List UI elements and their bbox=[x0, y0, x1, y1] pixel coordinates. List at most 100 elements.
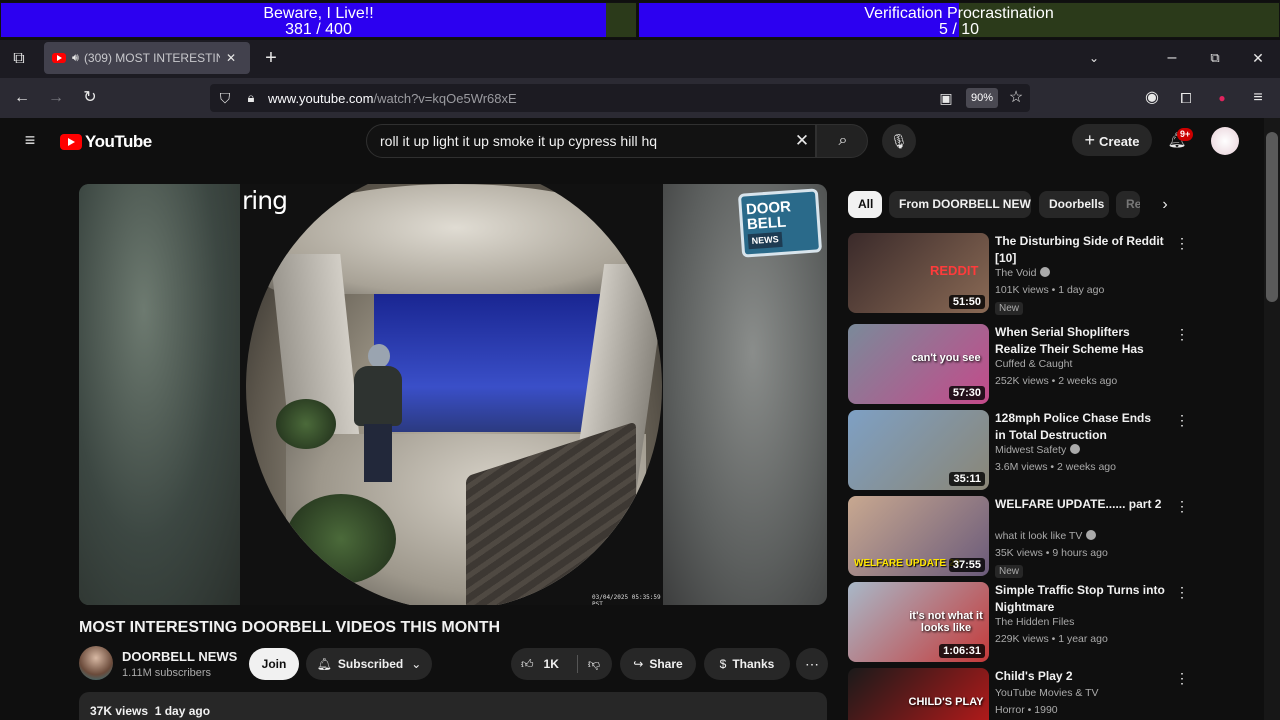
related-video-title[interactable]: When Serial Shoplifters Realize Their Sc… bbox=[995, 324, 1165, 358]
tab-close-icon[interactable]: ✕ bbox=[226, 51, 236, 65]
minimize-button[interactable]: – bbox=[1162, 48, 1182, 68]
more-vertical-icon[interactable]: ⋮ bbox=[1175, 670, 1189, 687]
microphone-icon: 🎙︎ bbox=[890, 133, 908, 149]
video-thumbnail[interactable]: it's not what it looks like 1:06:31 bbox=[848, 582, 989, 662]
related-video-title[interactable]: Child's Play 2 bbox=[995, 668, 1165, 685]
reload-icon[interactable]: ↻ bbox=[80, 88, 100, 108]
more-actions-button[interactable]: ⋯ bbox=[796, 648, 828, 680]
chip-0[interactable]: All bbox=[848, 191, 882, 218]
zoom-level-button[interactable]: 90% bbox=[966, 88, 998, 108]
youtube-logo[interactable]: YouTube bbox=[60, 132, 152, 152]
menu-icon[interactable]: ≡ bbox=[1248, 88, 1268, 108]
channel-avatar[interactable] bbox=[79, 646, 113, 680]
related-video-item[interactable]: REDDIT 51:50 The Disturbing Side of Reddit… bbox=[848, 233, 1189, 315]
dislike-button[interactable]: 👎︎ bbox=[581, 648, 607, 680]
related-video-item[interactable]: WELFARE UPDATE 20 37:55 WELFARE UPDATE....… bbox=[848, 496, 1189, 578]
related-channel[interactable]: what it look like TV bbox=[995, 530, 1097, 542]
related-channel[interactable]: Cuffed & Caught bbox=[995, 358, 1072, 370]
related-channel[interactable]: The Void bbox=[995, 267, 1051, 279]
shield-icon[interactable]: ⛉ bbox=[215, 88, 235, 108]
video-thumbnail[interactable]: REDDIT 51:50 bbox=[848, 233, 989, 313]
related-video-title[interactable]: The Disturbing Side of Reddit [10] bbox=[995, 233, 1165, 267]
thumbnail-text: REDDIT bbox=[930, 263, 979, 278]
video-thumbnail[interactable]: CHILD'S PLAY bbox=[848, 668, 989, 720]
related-channel[interactable]: YouTube Movies & TV bbox=[995, 687, 1099, 699]
search-input[interactable]: roll it up light it up smoke it up cypre… bbox=[366, 124, 816, 158]
video-title: MOST INTERESTING DOORBELL VIDEOS THIS MO… bbox=[79, 619, 501, 636]
like-button[interactable]: 👍︎ 1K bbox=[521, 648, 575, 680]
browser-tab-bar: ⧉ 🔊︎ (309) MOST INTERESTING D ✕ + ⌄ – ⧉ … bbox=[0, 40, 1280, 78]
extensions-icon[interactable]: ⧠ bbox=[1176, 88, 1196, 108]
speaker-icon[interactable]: 🔊︎ bbox=[72, 52, 79, 65]
chevron-down-icon[interactable]: ⌄ bbox=[1084, 48, 1104, 68]
create-button[interactable]: + Create bbox=[1072, 124, 1152, 156]
video-thumbnail[interactable]: WELFARE UPDATE 20 37:55 bbox=[848, 496, 989, 576]
thumbs-up-icon: 👍︎ bbox=[521, 657, 534, 671]
video-thumbnail[interactable]: 35:11 bbox=[848, 410, 989, 490]
scrollbar[interactable] bbox=[1264, 118, 1280, 720]
youtube-favicon-icon bbox=[52, 53, 66, 63]
related-views-date: 35K views • 9 hours ago bbox=[995, 547, 1108, 559]
thumbnail-text: CHILD'S PLAY bbox=[908, 696, 984, 708]
forward-arrow-icon[interactable]: → bbox=[46, 88, 66, 108]
window-close-button[interactable]: ✕ bbox=[1248, 48, 1268, 68]
related-channel-name: Cuffed & Caught bbox=[995, 358, 1073, 370]
chip-1[interactable]: From DOORBELL NEWS bbox=[889, 191, 1031, 218]
lock-icon[interactable]: 🔒︎ bbox=[241, 88, 261, 108]
more-vertical-icon[interactable]: ⋮ bbox=[1175, 235, 1189, 252]
picture-in-picture-icon[interactable]: ▣ bbox=[936, 88, 956, 108]
scrollbar-thumb[interactable] bbox=[1266, 132, 1278, 302]
youtube-play-icon bbox=[60, 134, 82, 150]
more-vertical-icon[interactable]: ⋮ bbox=[1175, 584, 1189, 601]
related-video-title[interactable]: 128mph Police Chase Ends in Total Destru… bbox=[995, 410, 1165, 444]
video-thumbnail[interactable]: can't you see 57:30 bbox=[848, 324, 989, 404]
overlay-goal-right: Verification Procrastination 5 / 10 bbox=[638, 2, 1280, 38]
share-button[interactable]: ↪ Share bbox=[620, 648, 696, 680]
related-views-date: 252K views • 2 weeks ago bbox=[995, 375, 1118, 387]
hamburger-menu-icon[interactable]: ≡ bbox=[20, 130, 40, 150]
channel-name[interactable]: DOORBELL NEWS bbox=[122, 649, 237, 664]
chip-2[interactable]: Doorbells bbox=[1039, 191, 1109, 218]
browser-tab-active[interactable]: 🔊︎ (309) MOST INTERESTING D ✕ bbox=[44, 42, 250, 74]
related-video-item[interactable]: it's not what it looks like 1:06:31 Simple… bbox=[848, 582, 1189, 664]
notification-badge: 9+ bbox=[1177, 128, 1194, 141]
restore-button[interactable]: ⧉ bbox=[1205, 48, 1225, 68]
related-video-item[interactable]: CHILD'S PLAY Child's Play 2 YouTube Movies… bbox=[848, 668, 1189, 720]
chevron-right-icon[interactable]: › bbox=[1155, 195, 1175, 215]
related-video-title[interactable]: WELFARE UPDATE...... part 2 bbox=[995, 496, 1165, 513]
user-avatar[interactable] bbox=[1211, 127, 1239, 155]
chip-3[interactable]: Re bbox=[1116, 191, 1140, 218]
more-vertical-icon[interactable]: ⋮ bbox=[1175, 326, 1189, 343]
more-vertical-icon[interactable]: ⋮ bbox=[1175, 412, 1189, 429]
related-video-item[interactable]: can't you see 57:30 When Serial Shoplifter… bbox=[848, 324, 1189, 406]
night-sky bbox=[374, 282, 614, 432]
voice-search-button[interactable]: 🎙︎ bbox=[882, 124, 916, 158]
video-timestamp: 03/04/2025 05:35:59 PST bbox=[592, 594, 661, 605]
search-button[interactable]: ⌕ bbox=[816, 124, 868, 158]
related-channel-name: The Void bbox=[995, 267, 1037, 279]
back-arrow-icon[interactable]: ← bbox=[12, 88, 32, 108]
related-video-item[interactable]: 35:11 128mph Police Chase Ends in Total D… bbox=[848, 410, 1189, 492]
subscribed-button[interactable]: 🔔︎ Subscribed ⌄ bbox=[306, 648, 432, 680]
fisheye-view bbox=[246, 184, 662, 605]
related-views-date: 101K views • 1 day ago bbox=[995, 284, 1105, 296]
more-vertical-icon[interactable]: ⋮ bbox=[1175, 498, 1189, 515]
extension-pin-icon[interactable]: ● bbox=[1212, 88, 1232, 108]
video-player[interactable]: 03/04/2025 05:35:59 PST ring DOOR BELL N… bbox=[79, 184, 827, 605]
related-channel[interactable]: The Hidden Files bbox=[995, 616, 1074, 628]
join-button[interactable]: Join bbox=[249, 648, 299, 680]
related-video-title[interactable]: Simple Traffic Stop Turns into Nightmare bbox=[995, 582, 1165, 616]
overlay-goal-right-title: Verification Procrastination bbox=[864, 5, 1054, 22]
bookmark-star-icon[interactable]: ☆ bbox=[1006, 88, 1026, 108]
account-icon[interactable]: ◉ bbox=[1142, 88, 1162, 108]
url-text[interactable]: www.youtube.com/watch?v=kqOe5Wr68xE bbox=[268, 91, 517, 106]
view-count-and-date: 37K views 1 day ago bbox=[90, 704, 211, 718]
video-duration: 1:06:31 bbox=[939, 644, 985, 658]
thanks-button[interactable]: $ Thanks bbox=[704, 648, 790, 680]
clear-search-icon[interactable]: ✕ bbox=[792, 131, 812, 151]
chevron-down-icon: ⌄ bbox=[411, 657, 422, 671]
bush bbox=[286, 494, 396, 584]
related-channel[interactable]: Midwest Safety bbox=[995, 444, 1081, 456]
tab-overview-icon[interactable]: ⧉ bbox=[9, 49, 29, 69]
new-tab-button[interactable]: + bbox=[261, 48, 281, 68]
